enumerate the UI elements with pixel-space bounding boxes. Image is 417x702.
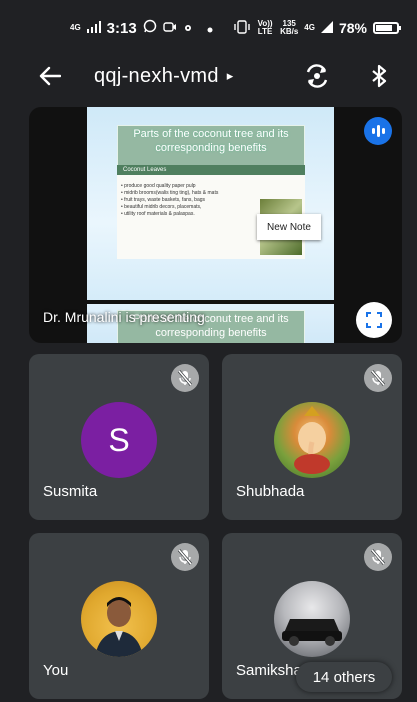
status-right: Vo)) LTE 135 KB/s 4G 78% — [234, 19, 401, 37]
back-arrow-icon — [39, 66, 61, 86]
bluetooth-icon — [372, 64, 387, 88]
vibrate-icon — [234, 19, 250, 37]
avatar — [274, 581, 350, 657]
signal-icon-2 — [320, 20, 333, 36]
top-bar-actions — [303, 62, 393, 90]
data-speed-unit: KB/s — [280, 27, 299, 36]
settings-dot-icon — [183, 20, 193, 37]
signal-icon — [86, 20, 101, 37]
data-speed: 135 KB/s — [280, 20, 298, 36]
slide-subheading: Coconut Leaves — [117, 165, 305, 175]
avatar: S — [81, 402, 157, 478]
network-type: 4G — [70, 23, 81, 32]
meeting-details-caret-icon[interactable]: ▸ — [227, 68, 234, 84]
presentation-slide: Parts of the coconut tree and its corres… — [87, 107, 334, 300]
fullscreen-button[interactable] — [356, 302, 392, 338]
battery-percent: 78% — [338, 20, 367, 36]
presenter-label: Dr. Mrunalini is presenting — [43, 309, 205, 325]
status-left: 4G 3:13 — [70, 19, 213, 37]
switch-camera-icon — [306, 64, 328, 88]
clock: 3:13 — [106, 19, 137, 37]
status-bar: 4G 3:13 Vo)) LTE 135 KB/s 4G 78% — [0, 0, 417, 56]
back-button[interactable] — [36, 62, 64, 90]
participant-name: Samiksha — [236, 662, 302, 679]
volte-label: Vo)) LTE — [257, 19, 273, 36]
meeting-top-bar: qqj-nexh-vmd ▸ — [0, 56, 417, 96]
car-photo-avatar — [282, 619, 342, 646]
speaking-indicator-icon — [364, 117, 392, 145]
battery-fill — [376, 25, 392, 31]
participant-name: Susmita — [43, 483, 98, 500]
slide-bullet-list: • produce good quality paper pulp • midr… — [121, 183, 251, 218]
fullscreen-icon — [366, 312, 382, 328]
battery-icon — [373, 22, 401, 34]
user-photo-avatar — [95, 597, 143, 657]
switch-camera-button[interactable] — [303, 62, 331, 90]
muted-mic-icon — [171, 364, 199, 392]
presentation-tile[interactable]: Parts of the coconut tree and its corres… — [29, 107, 402, 343]
slide-bullet: • beautiful midrib decors, placemats, — [121, 204, 202, 210]
avatar — [81, 581, 157, 657]
participant-tile-you[interactable]: You — [29, 533, 209, 699]
avatar — [274, 402, 350, 478]
participant-tile-susmita[interactable]: S Susmita — [29, 354, 209, 520]
screen-record-icon — [163, 20, 177, 37]
slide-bullet: • produce good quality paper pulp — [121, 183, 196, 189]
participant-tile-shubhada[interactable]: Shubhada — [222, 354, 402, 520]
slide-bullet: • utility roof materials & palaspas. — [121, 211, 195, 217]
ganesha-avatar-image — [294, 406, 330, 474]
network-type-2: 4G — [304, 23, 315, 32]
muted-mic-icon — [364, 364, 392, 392]
participant-name: Shubhada — [236, 483, 305, 500]
slide-bullet: • fruit trays, waste baskets, fans, bags — [121, 197, 206, 203]
notification-dot-icon — [207, 20, 213, 37]
whatsapp-icon — [143, 19, 157, 37]
slide-bullet: • midrib brooms(walis ting ting), hats &… — [121, 190, 219, 196]
bluetooth-audio-button[interactable] — [365, 62, 393, 90]
new-note-popup: New Note — [257, 214, 321, 240]
participant-name: You — [43, 662, 69, 679]
muted-mic-icon — [364, 543, 392, 571]
others-participants-button[interactable]: 14 others — [296, 662, 392, 692]
muted-mic-icon — [171, 543, 199, 571]
slide-title: Parts of the coconut tree and its corres… — [133, 128, 289, 154]
meeting-code[interactable]: qqj-nexh-vmd — [94, 65, 219, 88]
